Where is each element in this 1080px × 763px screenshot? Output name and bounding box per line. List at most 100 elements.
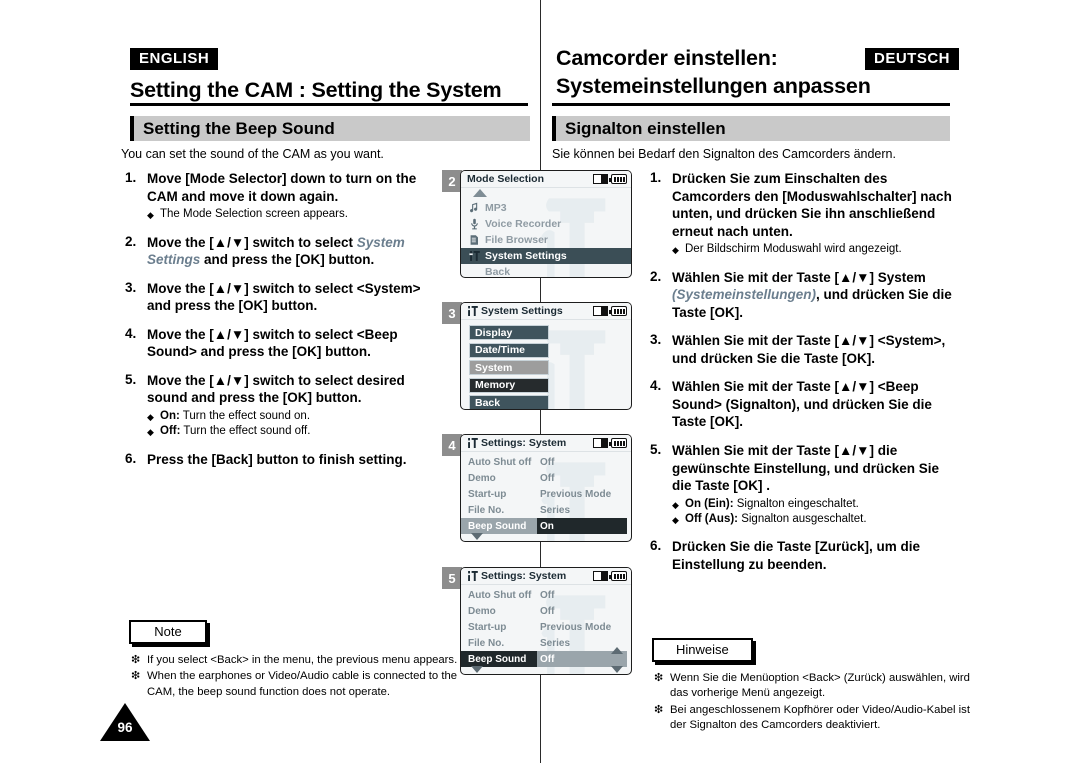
step-text: Move the [▲/▼] switch to select System S… [147, 234, 436, 269]
step-item: 2. Move the [▲/▼] switch to select System… [121, 234, 436, 269]
step-body: Wählen Sie mit der Taste [▲/▼] System (S… [672, 269, 956, 322]
step-item: 2. Wählen Sie mit der Taste [▲/▼] System … [646, 269, 956, 322]
diamond-bullet-icon: ◆ [147, 427, 154, 438]
menu-button[interactable]: Back [469, 395, 549, 409]
step-sub-text: The Mode Selection screen appears. [160, 208, 348, 221]
lcd-display: Mode Selection MP3 Voice Recorder File Brow… [460, 170, 632, 278]
step-sub-item: ◆ Off (Aus): Signalton ausgeschaltet. [672, 512, 956, 527]
note-text: Bei angeschlossenem Kopfhörer oder Video… [670, 703, 970, 732]
lcd-title-bar: System Settings [461, 303, 631, 320]
mode-list-item[interactable]: File Browser [461, 232, 631, 248]
settings-row[interactable]: Beep Sound On [461, 518, 631, 534]
settings-row-value: Previous Mode [540, 621, 612, 633]
mode-list-item[interactable]: Back [461, 264, 631, 277]
scroll-up-icon[interactable] [461, 189, 631, 200]
step-sub-term: On: [160, 409, 180, 422]
menu-button[interactable]: System [469, 360, 549, 375]
german-note-list: ❇ Wenn Sie die Menüoption <Back> (Zurück)… [652, 671, 982, 733]
settings-row-value: Series [540, 504, 571, 516]
step-sub-desc: Turn the effect sound on. [179, 409, 311, 422]
settings-row[interactable]: Start-up Previous Mode [461, 619, 631, 635]
step-number: 2. [125, 233, 137, 249]
german-intro-text: Sie können bei Bedarf den Signalton des … [552, 147, 896, 161]
note-bullet-icon: ❇ [654, 672, 664, 684]
settings-row[interactable]: Auto Shut off Off [461, 587, 631, 603]
settings-row[interactable]: Start-up Previous Mode [461, 486, 631, 502]
step-body: Wählen Sie mit der Taste [▲/▼] die gewün… [672, 442, 956, 527]
step-reference-badge: 5 [442, 567, 462, 589]
scroll-down-icon[interactable] [471, 533, 483, 540]
step-number: 4. [125, 325, 137, 341]
step-text: Press the [Back] button to finish settin… [147, 451, 407, 467]
english-header: ENGLISH Setting the CAM : Setting the Sy… [130, 48, 530, 103]
step-text: Drücken Sie die Taste [Zurück], um die E… [672, 539, 921, 572]
english-header-rule [130, 103, 528, 106]
lcd-title-bar: Settings: System [461, 435, 631, 452]
settings-row-value: Previous Mode [540, 488, 612, 500]
menu-button[interactable]: Display [469, 325, 549, 340]
settings-row-key: File No. [468, 637, 505, 649]
scroll-down-icon[interactable] [471, 666, 483, 673]
step-body: Wählen Sie mit der Taste [▲/▼] <System>,… [672, 332, 956, 367]
step-sub-term: On (Ein): [685, 497, 734, 510]
step-text-pre: Wählen Sie mit der Taste [▲/▼] System [672, 269, 926, 285]
english-step-list: 1. Move [Mode Selector] down to turn on t… [121, 170, 436, 479]
step-sub-item: ◆ On (Ein): Signalton eingeschaltet. [672, 497, 956, 512]
settings-row[interactable]: Beep Sound Off [461, 651, 631, 667]
card-icon [593, 571, 608, 581]
settings-row-key: Beep Sound [461, 518, 537, 534]
step-sub-list: ◆ Der Bildschirm Moduswahl wird angezeigt… [672, 242, 956, 257]
settings-row[interactable]: Auto Shut off Off [461, 454, 631, 470]
note-text: If you select <Back> in the menu, the pr… [147, 654, 458, 666]
mode-list-item[interactable]: Voice Recorder [461, 216, 631, 232]
step-sub-list: ◆ On: Turn the effect sound on. ◆ Off: Turn… [147, 409, 436, 440]
menu-button[interactable]: Date/Time [469, 342, 549, 358]
menu-button-label: Date/Time [475, 344, 525, 356]
settings-row-key: File No. [468, 504, 505, 516]
step-body: Move the [▲/▼] switch to select <System>… [147, 280, 436, 315]
step-sub-desc: Turn the effect sound off. [180, 425, 311, 438]
step-body: Drücken Sie zum Einschalten des Camcorde… [672, 170, 956, 258]
step-text: Wählen Sie mit der Taste [▲/▼] <Beep Sou… [672, 379, 932, 430]
lcd-title-text: Mode Selection [467, 173, 545, 185]
step-item: 5. Move the [▲/▼] switch to select desire… [121, 372, 436, 440]
step-sub-desc: Signalton eingeschaltet. [733, 497, 859, 510]
step-item: 3. Move the [▲/▼] switch to select <Syste… [121, 280, 436, 315]
settings-row[interactable]: Demo Off [461, 470, 631, 486]
step-body: Press the [Back] button to finish settin… [147, 451, 436, 469]
mode-selection-list: MP3 Voice Recorder File Browser System Sett… [461, 188, 631, 277]
diamond-bullet-icon: ◆ [672, 245, 679, 256]
menu-button-label: Back [475, 396, 501, 409]
lcd-display: Settings: System Auto Shut off Off Demo Off S… [460, 434, 632, 542]
note-text: When the earphones or Video/Audio cable … [147, 670, 458, 698]
settings-row[interactable]: File No. Series [461, 635, 631, 651]
step-text: Move the [▲/▼] switch to select desired … [147, 372, 405, 406]
mode-list-item[interactable]: MP3 [461, 200, 631, 216]
lcd-status-icons [593, 571, 627, 581]
menu-button-label: Memory [475, 379, 516, 391]
step-item: 6. Press the [Back] button to finish sett… [121, 451, 436, 469]
scroll-up-right-icon[interactable] [611, 647, 623, 654]
card-icon [593, 174, 608, 184]
step-body: Move the [▲/▼] switch to select System S… [147, 234, 436, 269]
battery-icon [609, 174, 627, 184]
lcd-display: System Settings Display Date/Time System Mem… [460, 302, 632, 410]
lcd-title-text: Settings: System [481, 437, 567, 449]
scroll-down-right-icon[interactable] [611, 666, 623, 673]
step-item: 1. Drücken Sie zum Einschalten des Camcor… [646, 170, 956, 258]
step-body: Move [Mode Selector] down to turn on the… [147, 170, 436, 223]
settings-row-key: Auto Shut off [468, 589, 532, 601]
step-text: Move [Mode Selector] down to turn on the… [147, 171, 417, 204]
mode-list-item[interactable]: System Settings [461, 248, 631, 264]
step-text-post: and press the [OK] button. [200, 252, 375, 268]
diamond-bullet-icon: ◆ [147, 411, 154, 422]
settings-row[interactable]: Demo Off [461, 603, 631, 619]
step-item: 5. Wählen Sie mit der Taste [▲/▼] die gew… [646, 442, 956, 527]
system-settings-menu: Display Date/Time System Memory Back [461, 320, 631, 409]
file-icon [469, 234, 485, 246]
settings-row[interactable]: File No. Series [461, 502, 631, 518]
german-language-tag: DEUTSCH [864, 48, 959, 71]
card-icon [593, 438, 608, 448]
menu-button[interactable]: Memory [469, 377, 549, 393]
step-number: 6. [125, 450, 137, 466]
